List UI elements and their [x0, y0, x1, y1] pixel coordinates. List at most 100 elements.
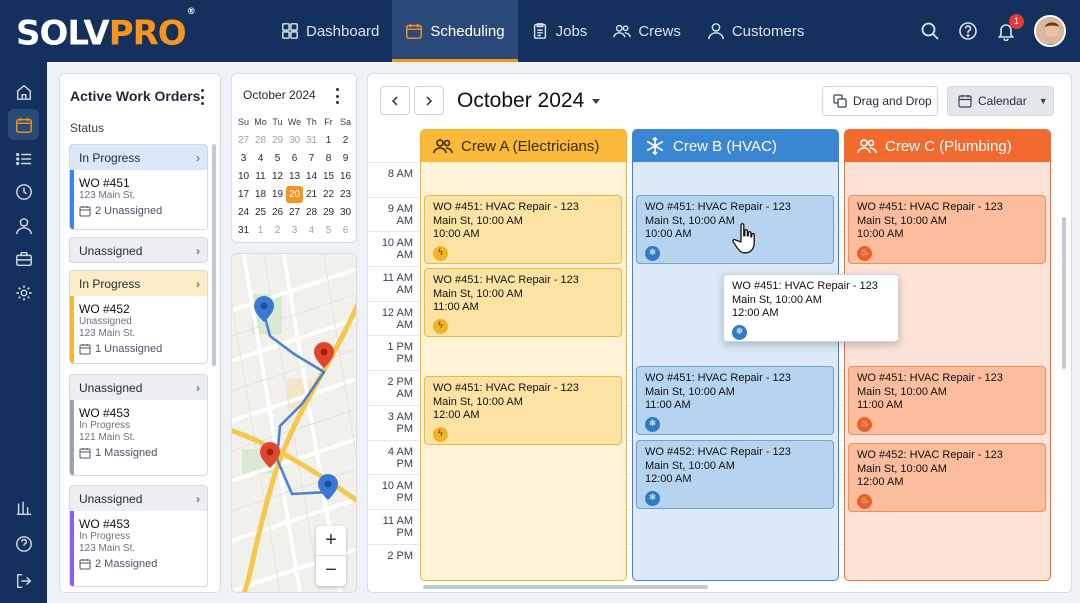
- zoom-in-button[interactable]: +: [316, 526, 346, 556]
- scrollbar[interactable]: [212, 144, 216, 366]
- calendar-day[interactable]: 30: [286, 132, 303, 149]
- event-card[interactable]: WO #451: HVAC Repair - 123 Main St, 10:00…: [636, 366, 834, 435]
- calendar-day[interactable]: 27: [235, 132, 252, 149]
- event-card[interactable]: WO #452: HVAC Repair - 123 Main St, 10:00…: [636, 440, 834, 509]
- rail-list[interactable]: [8, 143, 39, 174]
- month-selector[interactable]: October 2024: [457, 89, 601, 113]
- crew-header[interactable]: Crew C (Plumbing): [845, 130, 1050, 162]
- rail-briefcase[interactable]: [8, 243, 39, 274]
- work-order-card[interactable]: Unassigned ›: [69, 237, 208, 263]
- prev-button[interactable]: [380, 86, 410, 115]
- zoom-out-button[interactable]: −: [316, 556, 346, 586]
- calendar-day[interactable]: 11: [252, 168, 269, 185]
- horizontal-scrollbar[interactable]: [423, 585, 708, 589]
- calendar-day[interactable]: 9: [337, 150, 354, 167]
- rail-calendar[interactable]: [8, 109, 39, 140]
- crew-header[interactable]: Crew A (Electricians): [421, 130, 626, 162]
- notifications-button[interactable]: 1: [996, 14, 1024, 42]
- rail-reports[interactable]: [8, 492, 39, 523]
- drag-and-drop-button[interactable]: Drag and Drop: [822, 86, 938, 116]
- calendar-day[interactable]: 27: [286, 204, 303, 221]
- calendar-day[interactable]: 1: [252, 222, 269, 239]
- nav-scheduling[interactable]: Scheduling: [392, 0, 518, 62]
- rail-settings[interactable]: [8, 277, 39, 308]
- search-icon[interactable]: [920, 21, 940, 41]
- card-status[interactable]: Unassigned ›: [70, 486, 207, 511]
- calendar-day[interactable]: 28: [252, 132, 269, 149]
- calendar-day[interactable]: 3: [235, 150, 252, 167]
- time-slot-label: 10 AM AM: [368, 231, 418, 266]
- more-options-icon[interactable]: [201, 89, 205, 105]
- calendar-day[interactable]: 29: [320, 204, 337, 221]
- rail-logout[interactable]: [8, 565, 39, 596]
- calendar-day[interactable]: 16: [337, 168, 354, 185]
- rail-home[interactable]: [8, 76, 39, 107]
- calendar-day[interactable]: 4: [252, 150, 269, 167]
- calendar-day[interactable]: 5: [320, 222, 337, 239]
- calendar-day[interactable]: 10: [235, 168, 252, 185]
- calendar-day[interactable]: 3: [286, 222, 303, 239]
- calendar-day[interactable]: 1: [320, 132, 337, 149]
- calendar-day[interactable]: 8: [320, 150, 337, 167]
- rail-user[interactable]: [8, 210, 39, 241]
- calendar-day[interactable]: 31: [303, 132, 320, 149]
- rail-help[interactable]: [8, 528, 39, 559]
- nav-crews[interactable]: Crews: [600, 0, 694, 62]
- calendar-day[interactable]: 15: [320, 168, 337, 185]
- calendar-day[interactable]: 2: [337, 132, 354, 149]
- more-options-icon[interactable]: [336, 88, 340, 104]
- calendar-view-dropdown[interactable]: Calendar ▼: [947, 86, 1054, 116]
- calendar-day[interactable]: 4: [303, 222, 320, 239]
- event-card[interactable]: WO #451: HVAC Repair - 123 Main St, 10:00…: [424, 268, 622, 337]
- card-status[interactable]: In Progress ›: [70, 145, 207, 170]
- card-status[interactable]: Unassigned ›: [70, 375, 207, 400]
- event-card[interactable]: WO #451: HVAC Repair - 123 Main St, 10:00…: [848, 195, 1046, 264]
- calendar-day[interactable]: 13: [286, 168, 303, 185]
- next-button[interactable]: [414, 86, 444, 115]
- calendar-day[interactable]: 7: [303, 150, 320, 167]
- event-card[interactable]: WO #451: HVAC Repair - 123 Main St, 10:00…: [424, 195, 622, 264]
- calendar-day[interactable]: 18: [252, 186, 269, 203]
- calendar-day[interactable]: 24: [235, 204, 252, 221]
- nav-jobs[interactable]: Jobs: [518, 0, 601, 62]
- event-card[interactable]: WO #451: HVAC Repair - 123 Main St, 10:00…: [424, 376, 622, 445]
- solvpro-logo[interactable]: SOLVPRO®: [16, 7, 196, 53]
- calendar-day[interactable]: 22: [320, 186, 337, 203]
- calendar-day[interactable]: 12: [269, 168, 286, 185]
- work-order-card[interactable]: Unassigned › WO #453 In Progress 121 Main…: [69, 374, 208, 476]
- route-map[interactable]: + −: [231, 253, 357, 593]
- calendar-day[interactable]: 23: [337, 186, 354, 203]
- work-order-card[interactable]: In Progress › WO #452 Unassigned 123 Main…: [69, 270, 208, 364]
- calendar-day[interactable]: 30: [337, 204, 354, 221]
- calendar-day[interactable]: 31: [235, 222, 252, 239]
- calendar-day[interactable]: 28: [303, 204, 320, 221]
- calendar-day[interactable]: 20: [286, 186, 303, 203]
- calendar-day[interactable]: 2: [269, 222, 286, 239]
- work-order-card[interactable]: Unassigned › WO #453 In Progress 123 Main…: [69, 485, 208, 587]
- calendar-day[interactable]: 25: [252, 204, 269, 221]
- nav-customers[interactable]: Customers: [694, 0, 818, 62]
- snowflake-icon: [646, 137, 664, 155]
- help-icon[interactable]: [958, 21, 978, 41]
- card-status[interactable]: Unassigned ›: [70, 238, 207, 262]
- dragged-event-card[interactable]: WO #451: HVAC Repair - 123 Main St, 10:0…: [723, 274, 899, 342]
- calendar-day[interactable]: 26: [269, 204, 286, 221]
- event-card[interactable]: WO #451: HVAC Repair - 123 Main St, 10:00…: [848, 366, 1046, 435]
- calendar-day[interactable]: 29: [269, 132, 286, 149]
- user-avatar[interactable]: [1034, 15, 1066, 47]
- users-icon: [857, 139, 877, 154]
- calendar-day[interactable]: 17: [235, 186, 252, 203]
- calendar-day[interactable]: 14: [303, 168, 320, 185]
- calendar-day[interactable]: 5: [269, 150, 286, 167]
- calendar-day[interactable]: 21: [303, 186, 320, 203]
- card-status[interactable]: In Progress ›: [70, 271, 207, 296]
- calendar-day[interactable]: 6: [286, 150, 303, 167]
- calendar-day[interactable]: 19: [269, 186, 286, 203]
- calendar-day[interactable]: 6: [337, 222, 354, 239]
- work-order-card[interactable]: In Progress › WO #451 123 Main St. 2 Unas…: [69, 144, 208, 230]
- vertical-scrollbar[interactable]: [1062, 217, 1066, 369]
- nav-dashboard[interactable]: Dashboard: [268, 0, 392, 62]
- crew-header[interactable]: Crew B (HVAC): [633, 130, 838, 162]
- event-card[interactable]: WO #452: HVAC Repair - 123 Main St, 10:00…: [848, 443, 1046, 512]
- rail-clock[interactable]: [8, 176, 39, 207]
